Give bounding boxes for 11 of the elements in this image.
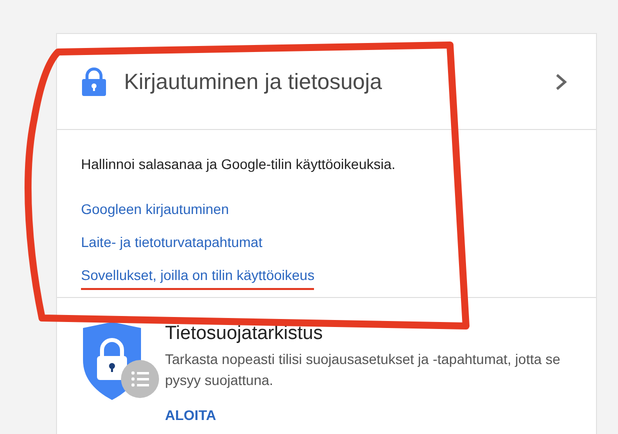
card-description: Tarkasta nopeasti tilisi suojausasetukset ja -tapahtumat, jotta se pysyy suojattuna. [165, 350, 562, 390]
section-description: Hallinnoi salasanaa ja Google-tilin käyttöoikeuksia. [81, 155, 396, 174]
section-link[interactable]: Googleen kirjautuminen [81, 199, 229, 224]
list-icon [121, 360, 159, 398]
section-link[interactable]: Laite- ja tietoturvatapahtumat [81, 232, 262, 257]
card-title: Tietosuojatarkistus [165, 322, 323, 346]
lock-icon [81, 66, 107, 96]
chevron-right-icon[interactable] [554, 72, 568, 92]
start-link[interactable]: ALOITA [165, 405, 216, 426]
section-title: Kirjautuminen ja tietosuoja [124, 68, 384, 96]
section-link[interactable]: Sovellukset, joilla on tilin käyttöoikeus [81, 265, 314, 290]
